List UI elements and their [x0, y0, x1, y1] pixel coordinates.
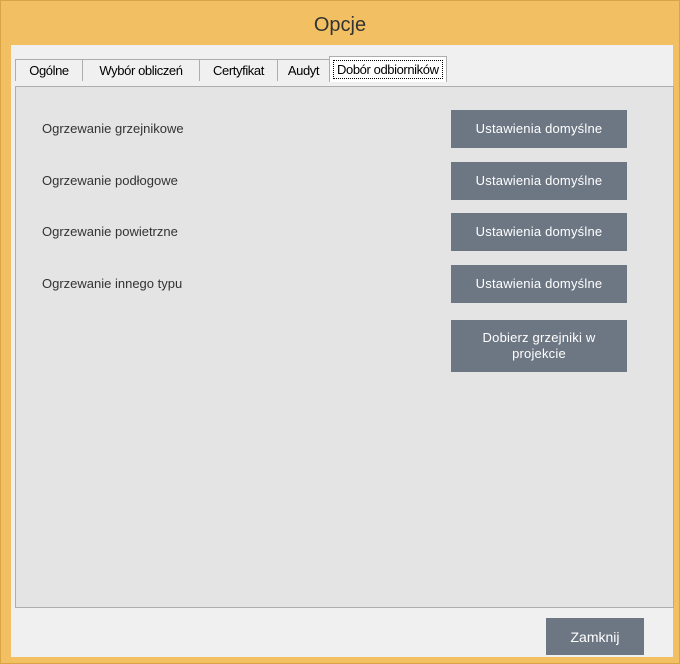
window-title: Opcje: [313, 13, 367, 36]
tab-certificate-label: Certyfikat: [213, 63, 264, 78]
floor-heating-label: Ogrzewanie podłogowe: [42, 173, 178, 188]
air-heating-label: Ogrzewanie powietrzne: [42, 224, 178, 239]
tab-general-label: Ogólne: [29, 63, 69, 78]
options-window: Opcje Ogólne Wybór obliczeń Certyfikat A…: [0, 0, 680, 664]
radiator-heating-label: Ogrzewanie grzejnikowe: [42, 121, 184, 136]
tab-receiver-selection-label: Dobór odbiorników: [333, 60, 443, 79]
tab-receiver-selection[interactable]: Dobór odbiorników: [329, 56, 447, 82]
air-heating-defaults-button[interactable]: Ustawienia domyślne: [451, 213, 627, 251]
title-bar[interactable]: Opcje: [1, 1, 679, 45]
other-heating-label: Ogrzewanie innego typu: [42, 276, 183, 291]
tab-general[interactable]: Ogólne: [15, 59, 83, 81]
dialog-client-area: Ogólne Wybór obliczeń Certyfikat Audyt D…: [11, 45, 674, 657]
tab-calculation-selection-label: Wybór obliczeń: [99, 63, 183, 78]
floor-heating-defaults-button[interactable]: Ustawienia domyślne: [451, 162, 627, 200]
tab-certificate[interactable]: Certyfikat: [199, 59, 278, 81]
select-radiators-in-project-button[interactable]: Dobierz grzejniki w projekcie: [451, 320, 627, 372]
tab-audit-label: Audyt: [287, 63, 320, 78]
receiver-selection-panel: Ogrzewanie grzejnikowe Ustawienia domyśl…: [15, 86, 674, 608]
close-button[interactable]: Zamknij: [546, 618, 644, 655]
tab-calculation-selection[interactable]: Wybór obliczeń: [82, 59, 200, 81]
tab-strip: Ogólne Wybór obliczeń Certyfikat Audyt D…: [15, 56, 447, 82]
radiator-heating-defaults-button[interactable]: Ustawienia domyślne: [451, 110, 627, 148]
other-heating-defaults-button[interactable]: Ustawienia domyślne: [451, 265, 627, 303]
tab-audit[interactable]: Audyt: [277, 59, 330, 81]
